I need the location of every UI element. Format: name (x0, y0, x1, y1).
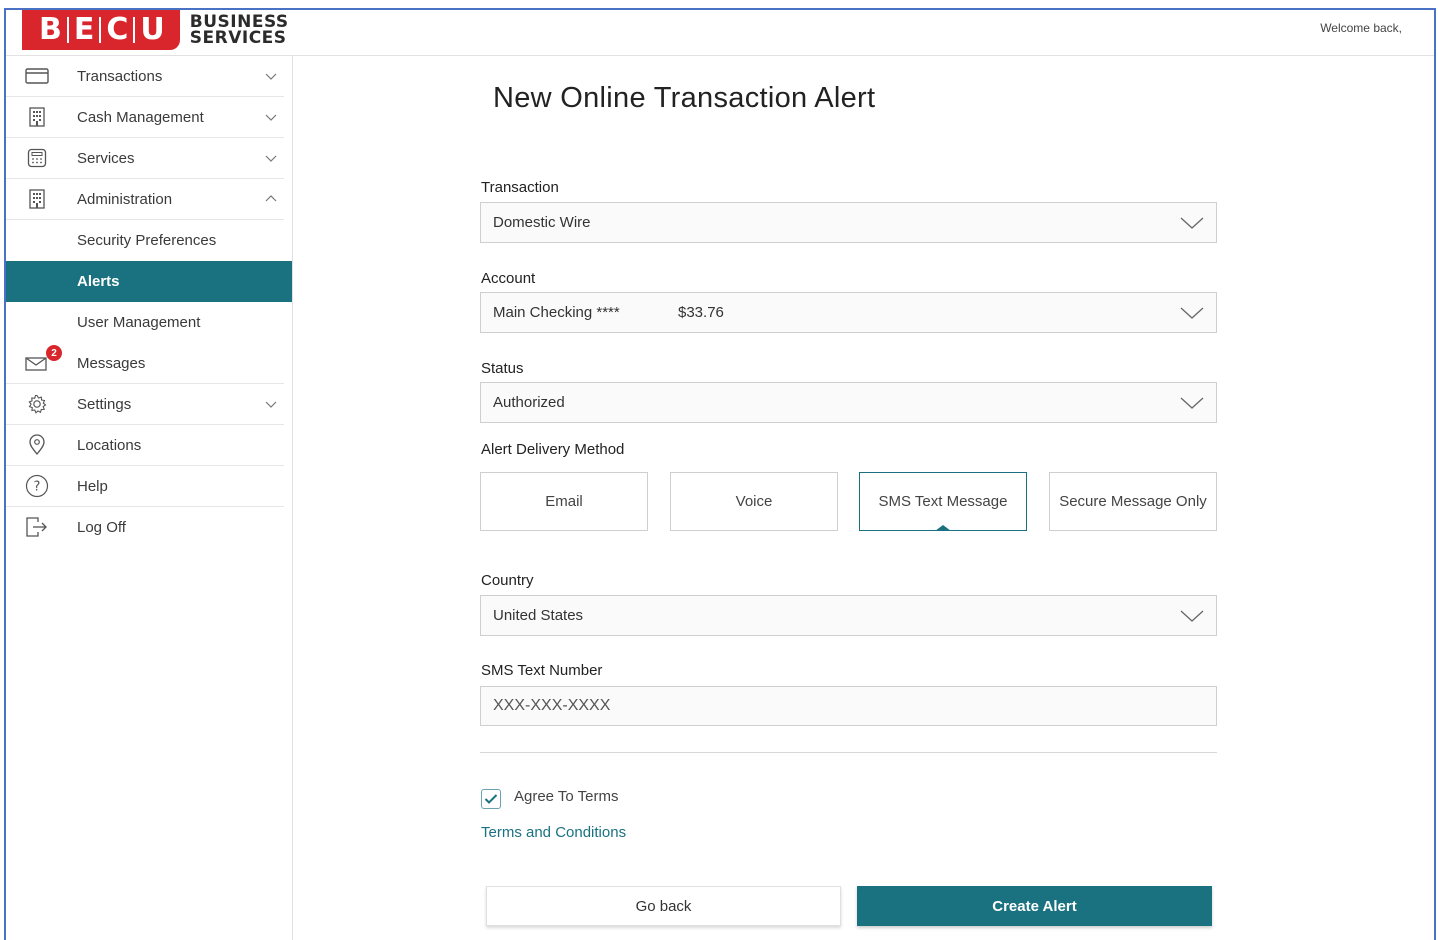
sidebar-item-messages[interactable]: 2 Messages (6, 343, 284, 384)
unread-badge: 2 (46, 345, 62, 361)
building-icon (24, 188, 50, 210)
create-alert-button[interactable]: Create Alert (857, 886, 1212, 926)
card-icon (24, 65, 50, 87)
sidebar-item-user-management[interactable]: User Management (6, 302, 284, 343)
sidebar-item-log-off[interactable]: Log Off (6, 507, 284, 548)
chevron-down-icon (1180, 307, 1204, 319)
agree-terms-label: Agree To Terms (514, 788, 619, 805)
gear-icon (24, 393, 50, 415)
terms-and-conditions-link[interactable]: Terms and Conditions (481, 824, 626, 841)
logo-subtitle: BUSINESS SERVICES (189, 12, 289, 48)
divider (480, 752, 1217, 753)
main-content: New Online Transaction Alert Transaction… (294, 56, 1434, 940)
page-title: New Online Transaction Alert (493, 82, 876, 114)
sidebar-item-transactions[interactable]: Transactions (6, 56, 284, 97)
chevron-up-icon (265, 195, 277, 202)
account-label: Account (481, 270, 536, 287)
transaction-value: Domestic Wire (493, 214, 591, 231)
method-sms-button[interactable]: SMS Text Message (859, 472, 1027, 531)
sidebar-nav: Transactions Cash Management Services Ad… (6, 56, 293, 940)
building-icon (24, 106, 50, 128)
chevron-down-icon (1180, 397, 1204, 409)
sidebar-item-settings[interactable]: Settings (6, 384, 284, 425)
sidebar-item-alerts[interactable]: Alerts (6, 261, 292, 302)
help-icon: ? (24, 474, 50, 498)
status-value: Authorized (493, 394, 565, 411)
sms-number-label: SMS Text Number (481, 662, 603, 679)
svg-text:?: ? (34, 480, 41, 495)
logo-letter-b: B (39, 12, 62, 47)
map-pin-icon (24, 434, 50, 456)
sms-number-input[interactable] (480, 686, 1217, 726)
logo-mark: B E C U (22, 10, 180, 50)
go-back-button[interactable]: Go back (486, 886, 841, 926)
chevron-down-icon (265, 73, 277, 80)
transaction-label: Transaction (481, 179, 559, 196)
method-voice-button[interactable]: Voice (670, 472, 838, 531)
sidebar-item-cash-management[interactable]: Cash Management (6, 97, 284, 138)
calculator-icon (24, 147, 50, 169)
chevron-down-icon (265, 155, 277, 162)
chevron-down-icon (265, 114, 277, 121)
country-select[interactable]: United States (480, 595, 1217, 636)
sidebar-item-locations[interactable]: Locations (6, 425, 284, 466)
welcome-text: Welcome back, (1320, 21, 1402, 35)
transaction-select[interactable]: Domestic Wire (480, 202, 1217, 243)
top-header: B E C U BUSINESS SERVICES Welcome back, (6, 10, 1434, 56)
sidebar-item-security-preferences[interactable]: Security Preferences (6, 220, 284, 261)
checkmark-icon (484, 794, 498, 804)
sidebar-item-services[interactable]: Services (6, 138, 284, 179)
logo-letter-u: U (140, 12, 165, 47)
chevron-down-icon (1180, 217, 1204, 229)
method-secure-message-button[interactable]: Secure Message Only (1049, 472, 1217, 531)
account-value: Main Checking **** (493, 304, 620, 321)
delivery-method-label: Alert Delivery Method (481, 441, 625, 458)
country-value: United States (493, 607, 584, 624)
delivery-method-group: Email Voice SMS Text Message Secure Mess… (480, 472, 1217, 532)
status-label: Status (481, 360, 524, 377)
account-balance: $33.76 (678, 304, 724, 321)
account-select[interactable]: Main Checking **** $33.76 (480, 292, 1217, 333)
becu-logo[interactable]: B E C U BUSINESS SERVICES (22, 10, 289, 50)
sidebar-item-administration[interactable]: Administration (6, 179, 284, 220)
logo-letter-c: C (106, 12, 129, 47)
status-select[interactable]: Authorized (480, 382, 1217, 423)
chevron-down-icon (1180, 610, 1204, 622)
logo-letter-e: E (73, 12, 95, 47)
logout-icon (24, 516, 50, 538)
sidebar-item-help[interactable]: ? Help (6, 466, 284, 507)
method-email-button[interactable]: Email (480, 472, 648, 531)
app-window: B E C U BUSINESS SERVICES Welcome back, … (4, 8, 1436, 940)
agree-terms-checkbox[interactable] (481, 789, 501, 809)
chevron-down-icon (265, 401, 277, 408)
country-label: Country (481, 572, 534, 589)
